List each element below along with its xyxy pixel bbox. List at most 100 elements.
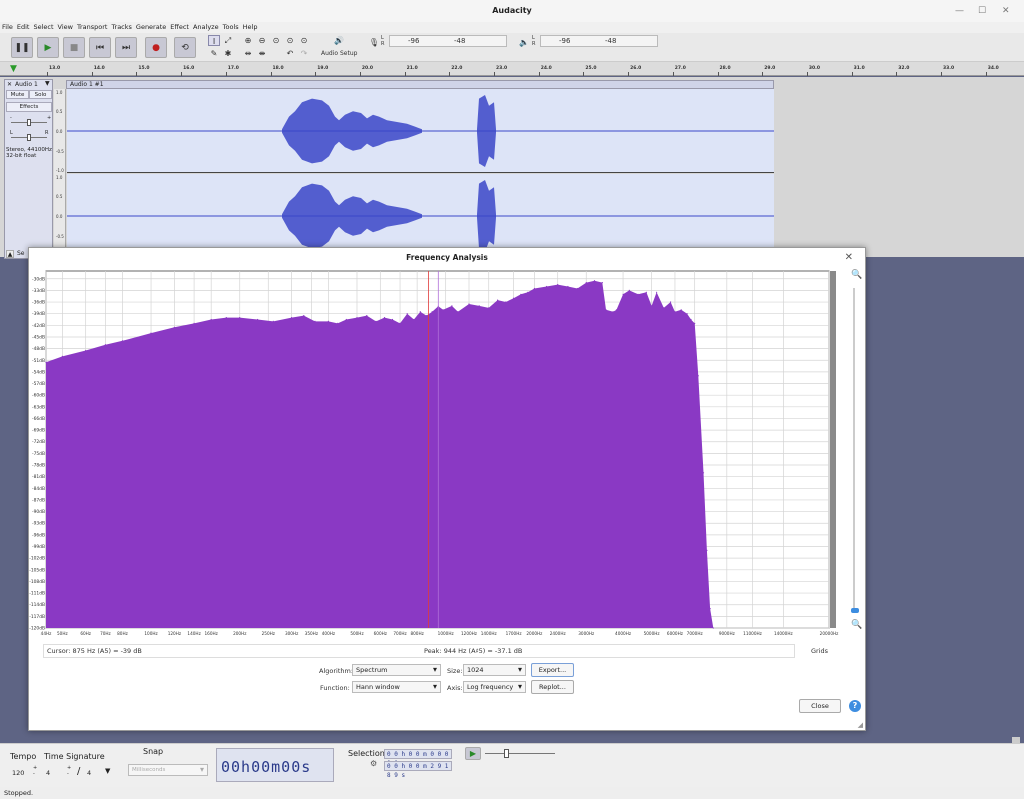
select-button[interactable]: Se — [17, 250, 25, 257]
menu-file[interactable]: File — [0, 22, 15, 33]
close-button[interactable]: Close — [799, 699, 841, 713]
y-tick-label: -75dB — [32, 451, 45, 457]
pan-slider-thumb[interactable] — [27, 134, 31, 141]
track-menu-icon[interactable]: ▼ — [45, 80, 50, 87]
effects-button[interactable]: Effects — [6, 102, 52, 112]
size-select[interactable]: 1024 — [463, 664, 526, 676]
play-speed-thumb[interactable] — [504, 749, 509, 758]
pause-button[interactable]: ❚❚ — [11, 37, 33, 58]
track-name[interactable]: Audio 1 — [15, 81, 38, 88]
ruler-tick-mark — [315, 72, 317, 76]
fit-selection-icon[interactable]: ⊙ — [270, 35, 282, 46]
time-sig-numerator[interactable]: 4 — [46, 769, 50, 777]
menu-edit[interactable]: Edit — [15, 22, 32, 33]
help-button[interactable]: ? — [849, 700, 861, 712]
menu-tools[interactable]: Tools — [221, 22, 241, 33]
selection-settings-icon[interactable]: ⚙ — [370, 759, 377, 768]
ruler-tick-mark — [225, 72, 227, 76]
stop-button[interactable]: ■ — [63, 37, 85, 58]
tempo-field[interactable]: 120 — [12, 769, 24, 777]
silence-icon[interactable]: ⇼ — [256, 48, 268, 59]
fit-project-icon[interactable]: ⊙ — [284, 35, 296, 46]
spectrum-point — [383, 317, 386, 319]
collapse-icon[interactable]: ▲ — [6, 250, 14, 258]
menu-analyze[interactable]: Analyze — [191, 22, 221, 33]
speaker-icon[interactable]: 🔈 — [518, 37, 530, 48]
tempo-stepper[interactable]: + - — [33, 765, 37, 777]
zoom-in-icon[interactable]: 🔍 — [851, 270, 862, 280]
menu-effect[interactable]: Effect — [168, 22, 191, 33]
playback-meter[interactable]: -96 -48 — [540, 35, 658, 47]
replot-button[interactable]: Replot... — [531, 680, 574, 694]
undo-icon[interactable]: ↶ — [284, 48, 296, 59]
selection-tool-icon[interactable]: I — [208, 35, 220, 46]
redo-icon[interactable]: ↷ — [298, 48, 310, 59]
grids-checkbox[interactable]: Grids — [811, 647, 828, 655]
time-sig-stepper[interactable]: + - — [67, 765, 71, 777]
mute-button[interactable]: Mute — [6, 90, 29, 99]
maximize-icon[interactable]: ☐ — [978, 0, 986, 22]
function-select[interactable]: Hann window — [352, 681, 441, 693]
y-tick-label: -84dB — [32, 486, 45, 492]
play-at-speed-button[interactable]: ▶ — [465, 747, 481, 760]
spectrum-point — [104, 344, 106, 346]
zoom-out-icon[interactable]: 🔍 — [851, 620, 862, 630]
resize-grip-icon[interactable]: ◢ — [858, 721, 863, 729]
zoom-in-icon[interactable]: ⊕ — [242, 35, 254, 46]
timeline-ruler[interactable]: ▼ 13.0 14.0 15.0 16.0 17.0 18.0 19.0 20.0 21.0 22… — [0, 62, 1024, 76]
draw-tool-icon[interactable]: ✎ — [208, 48, 220, 59]
menu-transport[interactable]: Transport — [75, 22, 110, 33]
time-display[interactable]: 00h00m00s — [216, 748, 334, 782]
spectrum-point — [497, 299, 499, 301]
microphone-icon[interactable]: 🎙 — [368, 37, 380, 48]
x-tick-label: 6000Hz — [667, 631, 684, 636]
zoom-toggle-icon[interactable]: ⊙ — [298, 35, 310, 46]
play-speed-slider[interactable] — [485, 753, 555, 754]
axis-select[interactable]: Log frequency — [463, 681, 526, 693]
skip-end-button[interactable]: ⏭ — [115, 37, 137, 58]
selection-label: Selection — [348, 749, 385, 758]
skip-start-button[interactable]: ⏮ — [89, 37, 111, 58]
close-window-icon[interactable]: ✕ — [1002, 0, 1010, 22]
minimize-icon[interactable]: — — [955, 0, 964, 22]
amplitude-scale[interactable]: 1.0 0.5 0.0 -0.5 -1.0 1.0 0.5 0.0 -0.5 — [54, 89, 66, 257]
solo-button[interactable]: Solo — [29, 90, 52, 99]
time-sig-dropdown-icon[interactable]: ▼ — [105, 767, 110, 775]
envelope-tool-icon[interactable]: ⤢ — [222, 35, 234, 46]
play-head-icon[interactable]: ▼ — [10, 64, 17, 74]
spectrum-plot[interactable]: -30dB -33dB -36dB -39dB -42dB -45dB -48dB -51dB… — [29, 248, 867, 648]
play-button[interactable]: ▶ — [37, 37, 59, 58]
snap-select[interactable]: Milliseconds — [128, 764, 208, 776]
menu-select[interactable]: Select — [31, 22, 55, 33]
time-sig-denominator[interactable]: 4 — [87, 769, 91, 777]
menu-view[interactable]: View — [56, 22, 75, 33]
gain-slider-thumb[interactable] — [27, 119, 31, 126]
play-meter-lr: L R — [532, 35, 536, 47]
ruler-tick-mark — [449, 72, 451, 76]
ruler-tick-mark — [404, 72, 406, 76]
audio-setup-icon[interactable]: 🔊 — [330, 35, 348, 46]
selection-start-field[interactable]: 0 0 h 0 0 m 0 0 0 0 0 s — [384, 749, 452, 767]
y-tick-label: -33dB — [32, 288, 45, 294]
menu-generate[interactable]: Generate — [134, 22, 168, 33]
zoom-out-icon[interactable]: ⊖ — [256, 35, 268, 46]
track-close-icon[interactable]: ✕ — [7, 81, 12, 88]
x-tick-label: 160Hz — [205, 631, 219, 636]
multi-tool-icon[interactable]: ✱ — [222, 48, 234, 59]
record-meter[interactable]: -96 -48 — [389, 35, 507, 47]
zoom-slider[interactable] — [853, 288, 855, 613]
trim-icon[interactable]: ⇹ — [242, 48, 254, 59]
ruler-tick-mark — [583, 72, 585, 76]
audio-setup-label[interactable]: Audio Setup — [321, 50, 357, 57]
menu-tracks[interactable]: Tracks — [110, 22, 134, 33]
clip-name[interactable]: Audio 1 #1 — [66, 80, 774, 89]
export-button[interactable]: Export... — [531, 663, 574, 677]
menu-help[interactable]: Help — [241, 22, 260, 33]
selection-end-field[interactable]: 0 0 h 0 0 m 2 9 1 8 9 s — [384, 761, 452, 779]
zoom-slider-thumb[interactable] — [851, 608, 859, 613]
algorithm-select[interactable]: Spectrum — [352, 664, 441, 676]
loop-button[interactable]: ⟲ — [174, 37, 196, 58]
spectrum-point — [533, 287, 535, 290]
spectrum-point — [337, 322, 339, 324]
record-button[interactable]: ● — [145, 37, 167, 58]
